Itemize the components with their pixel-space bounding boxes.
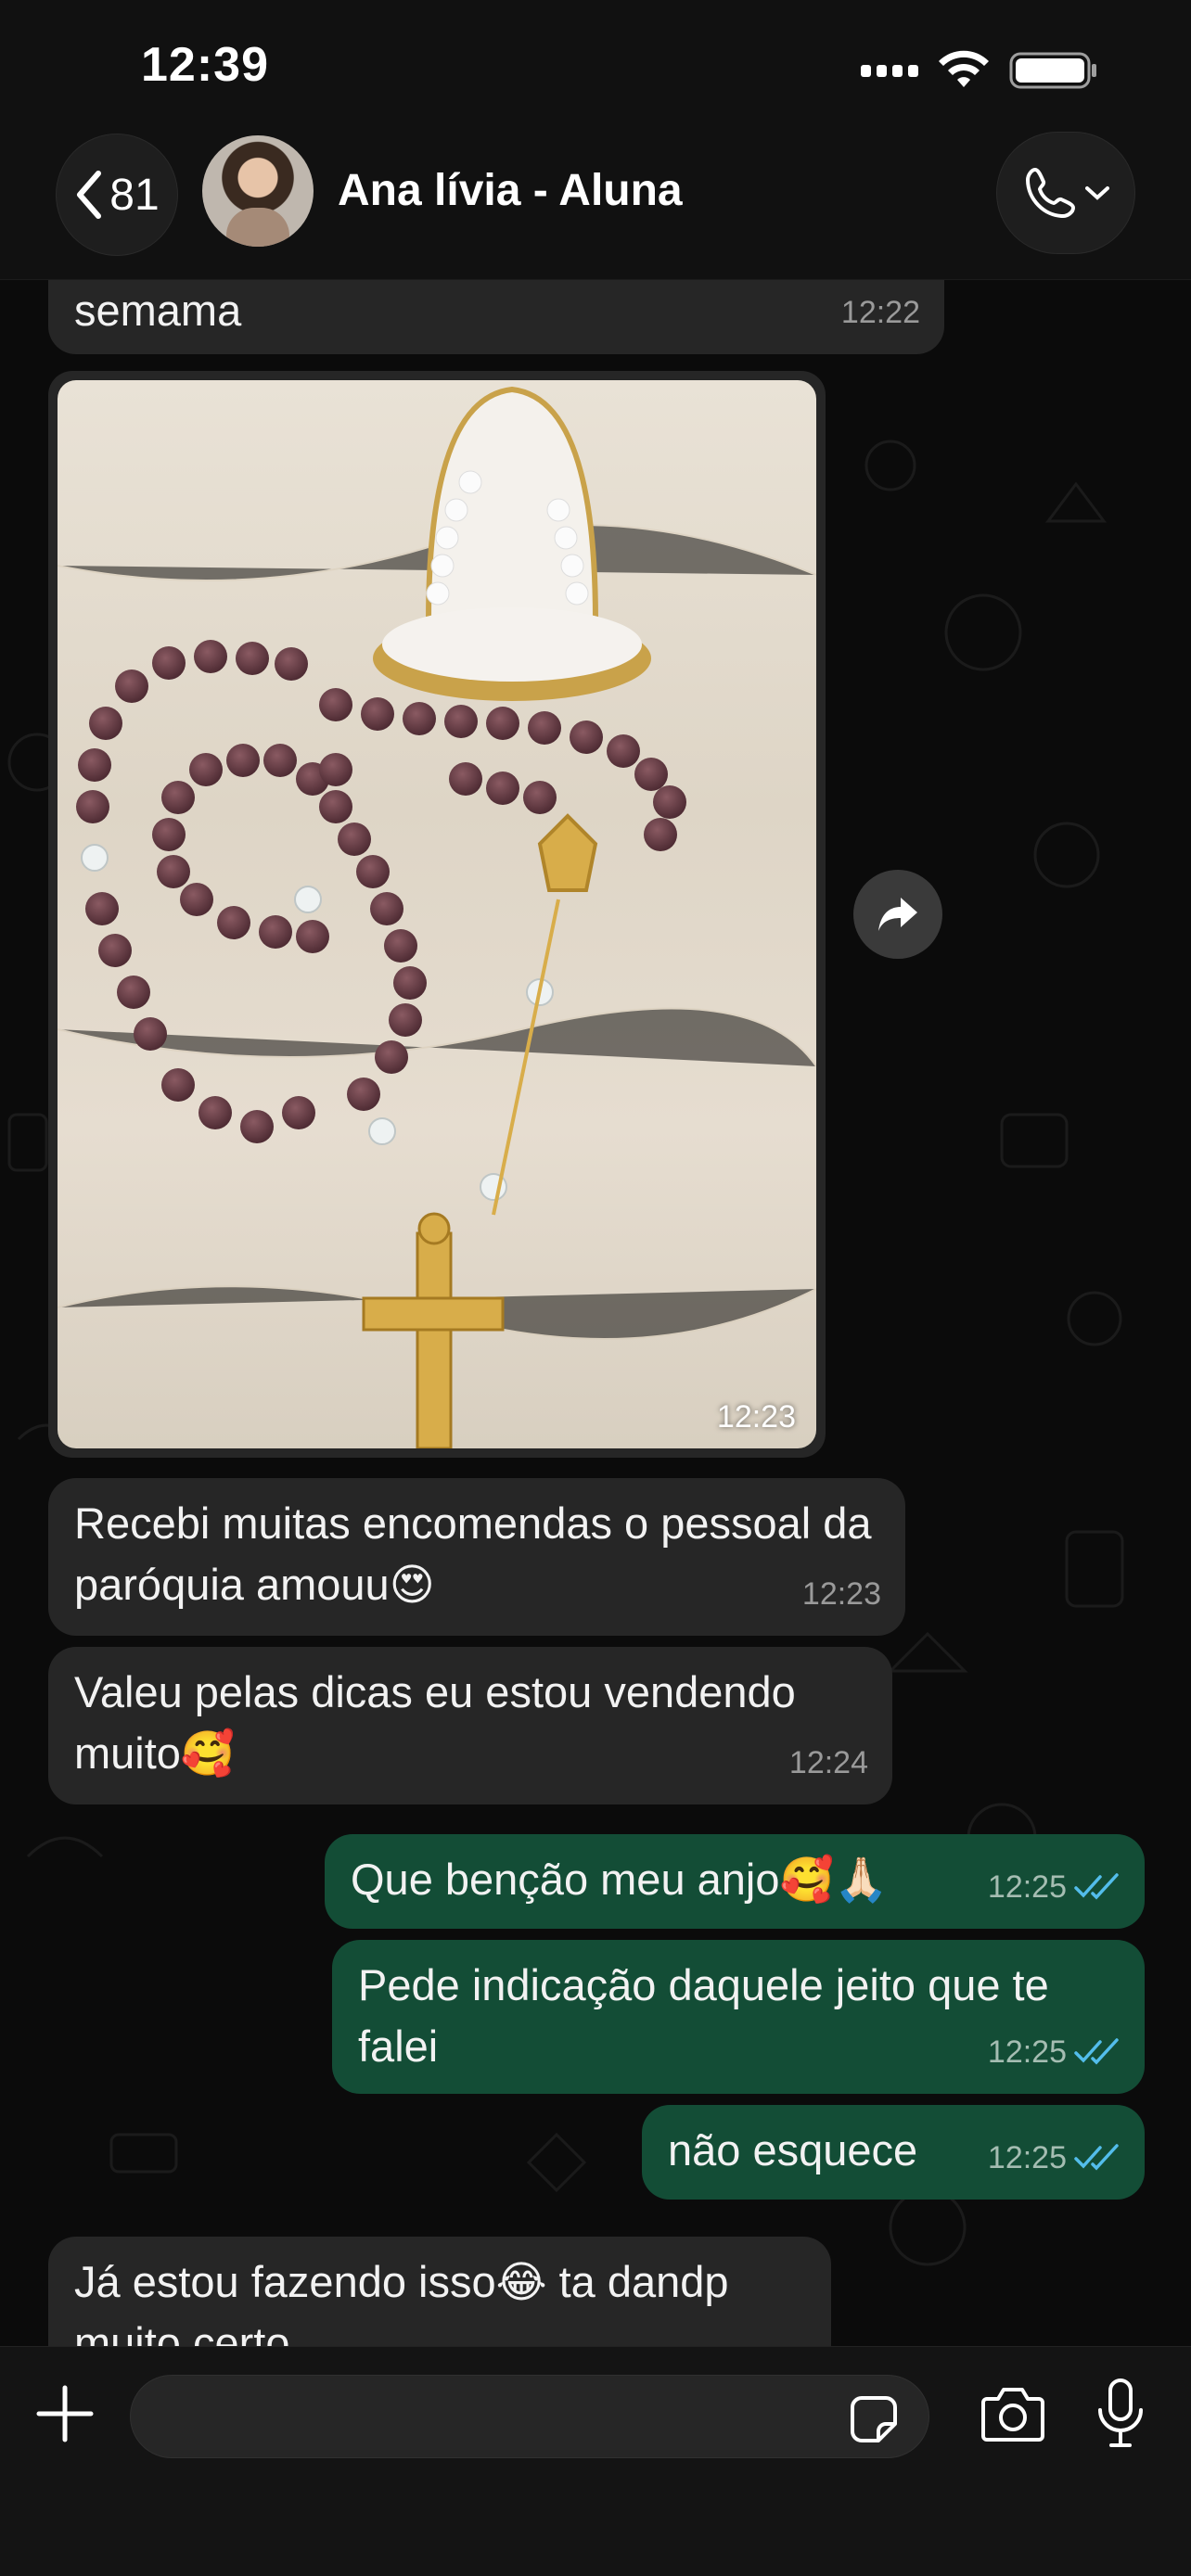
double-check-icon [1074, 1873, 1119, 1900]
message-text: Já estou fazendo isso😂 ta dandp muito ce… [74, 2257, 729, 2346]
message-incoming[interactable]: semama 12:22 [48, 280, 944, 354]
message-time: 12:22 [840, 295, 920, 330]
message-time: 12:25 [987, 2140, 1067, 2175]
message-time: 12:23 [801, 1576, 881, 1612]
message-outgoing[interactable]: não esquece 12:25 [642, 2105, 1145, 2200]
message-text: Valeu pelas dicas eu estou vendendo muit… [74, 1667, 796, 1778]
message-incoming[interactable]: Valeu pelas dicas eu estou vendendo muit… [48, 1647, 892, 1804]
message-time: 12:24 [788, 1745, 868, 1780]
avatar[interactable] [202, 135, 314, 247]
message-time: 12:25 [987, 1869, 1067, 1905]
message-text: não esquece [668, 2125, 918, 2174]
message-text: semama [74, 286, 242, 335]
message-text: Que benção meu anjo🥰🙏🏻 [351, 1855, 889, 1904]
status-bar: 12:39 [0, 0, 1191, 130]
message-text: Pede indicação daquele jeito que te fale… [358, 1960, 1049, 2071]
contact-name[interactable]: Ana lívia - Aluna [338, 165, 683, 216]
double-check-icon [1074, 2038, 1119, 2065]
mic-icon[interactable] [1093, 2377, 1148, 2451]
unread-count: 81 [109, 170, 160, 220]
rosary-photo[interactable]: 12:23 [58, 380, 816, 1448]
status-icons [861, 50, 1098, 91]
plus-icon[interactable] [35, 2384, 95, 2443]
image-message[interactable]: 12:23 [48, 371, 826, 1458]
phone-icon [1026, 168, 1075, 218]
message-input[interactable] [130, 2375, 929, 2458]
rosary-image [58, 386, 816, 1448]
message-time: 12:25 [987, 2034, 1067, 2070]
camera-icon[interactable] [980, 2384, 1046, 2443]
message-time: 12:23 [716, 1399, 796, 1435]
sticker-icon[interactable] [849, 2394, 899, 2444]
battery-icon [1009, 52, 1096, 89]
chat-header: 81 Ana lívia - Aluna [0, 130, 1191, 280]
back-button[interactable]: 81 [56, 134, 178, 256]
wifi-icon [939, 50, 989, 87]
message-text: Recebi muitas encomendas o pessoal da pa… [74, 1498, 872, 1609]
input-bar [0, 2346, 1191, 2576]
message-outgoing[interactable]: Que benção meu anjo🥰🙏🏻 12:25 [325, 1834, 1145, 1929]
chevron-left-icon [77, 171, 102, 219]
double-check-icon [1074, 2144, 1119, 2171]
chevron-down-icon [1085, 186, 1109, 200]
message-outgoing[interactable]: Pede indicação daquele jeito que te fale… [332, 1940, 1145, 2094]
message-incoming[interactable]: Recebi muitas encomendas o pessoal da pa… [48, 1478, 905, 1636]
status-time: 12:39 [141, 38, 269, 92]
signal-icon [861, 64, 918, 77]
forward-button[interactable] [853, 870, 942, 959]
call-button[interactable] [996, 132, 1135, 254]
chat-area[interactable]: semama 12:22 12:23 Recebi muitas encomen… [0, 280, 1191, 2346]
forward-icon [878, 898, 917, 931]
message-incoming[interactable]: Já estou fazendo isso😂 ta dandp muito ce… [48, 2237, 831, 2346]
